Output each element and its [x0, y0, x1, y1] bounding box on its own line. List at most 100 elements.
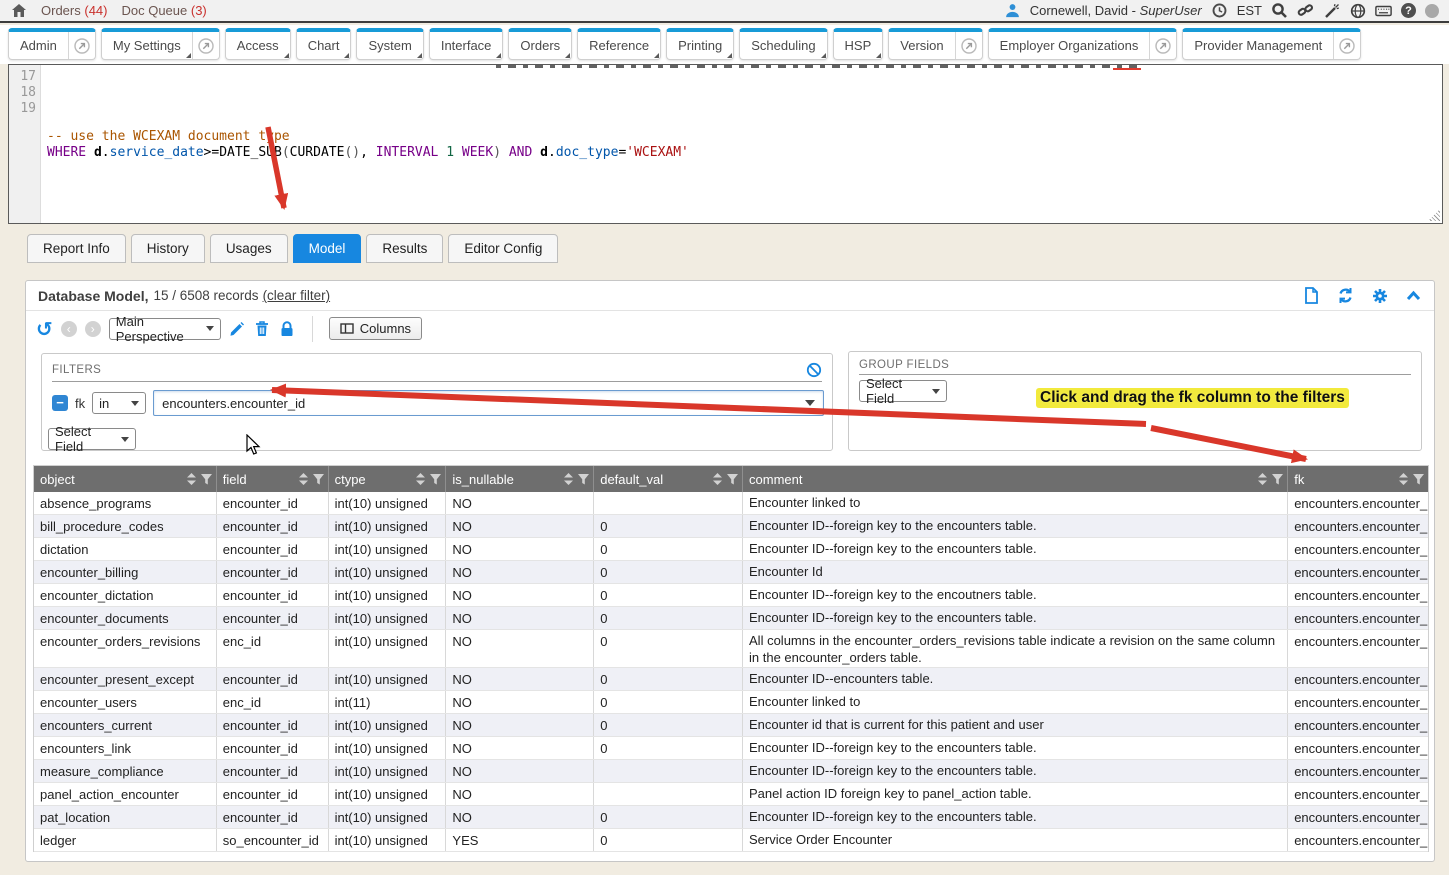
nav-tab-admin[interactable]: Admin: [8, 28, 96, 60]
cell-comment: Encounter ID--foreign key to the encoutn…: [743, 584, 1288, 606]
wand-icon[interactable]: [1323, 2, 1340, 19]
sort-icon[interactable]: [187, 473, 196, 485]
table-body: absence_programsencounter_idint(10) unsi…: [34, 492, 1428, 852]
filter-funnel-icon[interactable]: [578, 474, 589, 485]
nav-tab-scheduling[interactable]: Scheduling: [739, 28, 827, 60]
column-header-field[interactable]: field: [217, 466, 329, 492]
nav-tab-my-settings[interactable]: My Settings: [101, 28, 220, 60]
column-header-fk[interactable]: fk: [1288, 466, 1428, 492]
popout-button[interactable]: [1333, 32, 1360, 59]
filter-funnel-icon[interactable]: [1272, 474, 1283, 485]
table-row[interactable]: pat_locationencounter_idint(10) unsigned…: [34, 806, 1428, 829]
nav-tab-orders[interactable]: Orders: [508, 28, 572, 60]
cell-ctype: int(10) unsigned: [329, 760, 447, 782]
tab-report-info[interactable]: Report Info: [27, 234, 126, 263]
table-row[interactable]: encounter_billingencounter_idint(10) uns…: [34, 561, 1428, 584]
filter-funnel-icon[interactable]: [201, 474, 212, 485]
nav-tab-printing[interactable]: Printing: [666, 28, 734, 60]
table-row[interactable]: absence_programsencounter_idint(10) unsi…: [34, 492, 1428, 515]
refresh-icon[interactable]: [1337, 287, 1354, 304]
sort-icon[interactable]: [416, 473, 425, 485]
trash-icon[interactable]: [254, 320, 271, 337]
popout-button[interactable]: [955, 32, 982, 59]
keyboard-icon[interactable]: [1375, 2, 1392, 19]
table-row[interactable]: bill_procedure_codesencounter_idint(10) …: [34, 515, 1428, 538]
table-row[interactable]: panel_action_encounterencounter_idint(10…: [34, 783, 1428, 806]
sort-icon[interactable]: [299, 473, 308, 485]
table-row[interactable]: encounters_linkencounter_idint(10) unsig…: [34, 737, 1428, 760]
table-row[interactable]: encounter_documentsencounter_idint(10) u…: [34, 607, 1428, 630]
column-header-default-val[interactable]: default_val: [594, 466, 743, 492]
search-icon[interactable]: [1271, 2, 1288, 19]
group-field-select[interactable]: Select Field: [859, 380, 947, 402]
table-row[interactable]: encounters_currentencounter_idint(10) un…: [34, 714, 1428, 737]
table-row[interactable]: ledgerso_encounter_idint(10) unsignedYES…: [34, 829, 1428, 852]
popout-button[interactable]: [1149, 32, 1176, 59]
add-filter-field-select[interactable]: Select Field: [48, 428, 136, 450]
nav-tab-interface[interactable]: Interface: [429, 28, 504, 60]
table-row[interactable]: encounter_usersenc_idint(11)NO0Encounter…: [34, 691, 1428, 714]
filter-funnel-icon[interactable]: [1413, 474, 1424, 485]
user-name[interactable]: Cornewell, David - SuperUser: [1030, 3, 1202, 18]
globe-icon[interactable]: [1349, 2, 1366, 19]
tab-editor-config[interactable]: Editor Config: [448, 234, 558, 263]
table-row[interactable]: encounter_present_exceptencounter_idint(…: [34, 668, 1428, 691]
nav-tab-system[interactable]: System: [356, 28, 423, 60]
edit-pencil-icon[interactable]: [229, 320, 246, 337]
editor-code[interactable]: -- use the WCEXAM document typeWHERE d.s…: [41, 65, 1442, 223]
collapse-icon[interactable]: [1405, 287, 1422, 304]
remove-filter-button[interactable]: −: [52, 395, 68, 411]
nav-tab-chart[interactable]: Chart: [296, 28, 352, 60]
perspective-select[interactable]: Main Perspective: [109, 318, 221, 340]
table-row[interactable]: dictationencounter_idint(10) unsignedNO0…: [34, 538, 1428, 561]
filter-funnel-icon[interactable]: [430, 474, 441, 485]
sort-icon[interactable]: [1399, 473, 1408, 485]
clear-filter-link[interactable]: (clear filter): [263, 288, 331, 303]
filter-value-combobox[interactable]: encounters.encounter_id: [153, 390, 824, 416]
filter-funnel-icon[interactable]: [727, 474, 738, 485]
lock-icon[interactable]: [279, 320, 296, 337]
table-row[interactable]: encounter_orders_revisionsenc_idint(10) …: [34, 630, 1428, 668]
nav-tab-access[interactable]: Access: [225, 28, 291, 60]
back-icon[interactable]: ‹: [61, 321, 77, 337]
nav-tab-employer-organizations[interactable]: Employer Organizations: [988, 28, 1178, 60]
slash-circle-icon[interactable]: [805, 361, 822, 378]
orders-link[interactable]: Orders (44): [41, 3, 107, 18]
nav-tab-version[interactable]: Version: [888, 28, 982, 60]
table-row[interactable]: encounter_dictationencounter_idint(10) u…: [34, 584, 1428, 607]
column-header-ctype[interactable]: ctype: [329, 466, 447, 492]
home-icon[interactable]: [10, 2, 27, 19]
tab-history[interactable]: History: [131, 234, 205, 263]
filter-operator-select[interactable]: in: [92, 392, 146, 414]
nav-tab-provider-management[interactable]: Provider Management: [1182, 28, 1361, 60]
nav-tab-reference[interactable]: Reference: [577, 28, 661, 60]
popout-button[interactable]: [68, 32, 95, 59]
cell-is_nullable: NO: [446, 492, 594, 514]
table-row[interactable]: measure_complianceencounter_idint(10) un…: [34, 760, 1428, 783]
forward-icon[interactable]: ›: [85, 321, 101, 337]
undo-icon[interactable]: ↺: [36, 320, 53, 338]
new-document-icon[interactable]: [1303, 287, 1320, 304]
table-header: objectfieldctypeis_nullabledefault_valco…: [34, 466, 1428, 492]
tab-model[interactable]: Model: [293, 234, 362, 263]
gear-icon[interactable]: [1371, 287, 1388, 304]
columns-button[interactable]: Columns: [329, 317, 422, 340]
popout-button[interactable]: [192, 32, 219, 59]
sql-editor[interactable]: 171819 -- use the WCEXAM document typeWH…: [8, 64, 1443, 224]
sort-icon[interactable]: [564, 473, 573, 485]
link-icon[interactable]: [1297, 2, 1314, 19]
column-header-is-nullable[interactable]: is_nullable: [446, 466, 594, 492]
help-icon[interactable]: ?: [1401, 3, 1416, 18]
nav-tab-hsp[interactable]: HSP: [833, 28, 884, 60]
column-header-object[interactable]: object: [34, 466, 217, 492]
clock-icon[interactable]: [1211, 2, 1228, 19]
sort-icon[interactable]: [1258, 473, 1267, 485]
sort-icon[interactable]: [713, 473, 722, 485]
column-header-comment[interactable]: comment: [743, 466, 1288, 492]
cell-default_val: [594, 783, 743, 805]
presence-icon[interactable]: [1425, 4, 1439, 18]
tab-usages[interactable]: Usages: [210, 234, 288, 263]
tab-results[interactable]: Results: [366, 234, 443, 263]
filter-funnel-icon[interactable]: [313, 474, 324, 485]
doc-queue-link[interactable]: Doc Queue (3): [121, 3, 206, 18]
